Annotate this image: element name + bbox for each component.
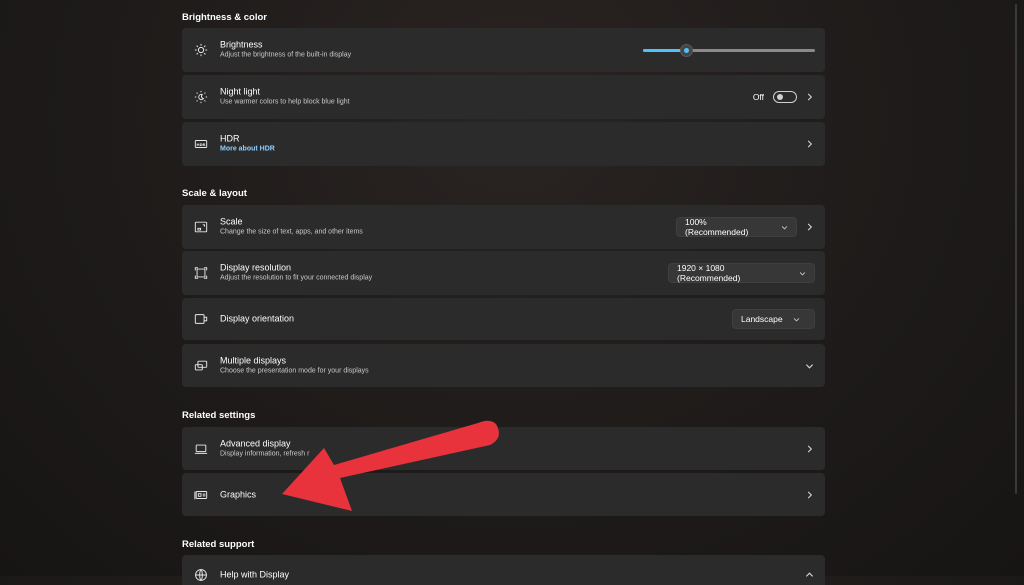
help-with-display-text: Help with Display	[220, 570, 289, 581]
svg-text:HDR: HDR	[197, 143, 206, 147]
multiple-displays-icon	[194, 359, 208, 373]
hdr-card[interactable]: HDR HDR More about HDR	[182, 122, 825, 166]
chevron-down-icon	[799, 270, 806, 277]
night-light-desc: Use warmer colors to help block blue lig…	[220, 98, 350, 106]
hdr-text: HDR More about HDR	[220, 134, 275, 155]
scale-desc: Change the size of text, apps, and other…	[220, 228, 363, 236]
chevron-up-icon[interactable]	[805, 571, 814, 580]
night-light-card[interactable]: Night light Use warmer colors to help bl…	[182, 75, 825, 119]
display-resolution-desc: Adjust the resolution to fit your connec…	[220, 274, 373, 282]
help-with-display-label: Help with Display	[220, 569, 290, 580]
brightness-desc: Adjust the brightness of the built-in di…	[220, 51, 352, 59]
chevron-right-icon[interactable]	[805, 490, 814, 499]
brightness-label: Brightness	[220, 39, 263, 50]
chevron-right-icon[interactable]	[805, 93, 814, 102]
scrollbar-track[interactable]	[1015, 4, 1017, 494]
graphics-card[interactable]: Graphics	[182, 473, 825, 516]
display-orientation-label: Display orientation	[220, 313, 295, 324]
display-orientation-dropdown[interactable]: Landscape	[732, 309, 815, 329]
graphics-text: Graphics	[220, 489, 256, 500]
scrollbar[interactable]	[1014, 0, 1018, 576]
help-with-display-card[interactable]: Help with Display	[182, 555, 825, 585]
chevron-right-icon[interactable]	[805, 223, 814, 232]
hdr-icon: HDR	[194, 137, 208, 151]
chevron-down-icon	[793, 316, 800, 323]
display-resolution-dropdown[interactable]: 1920 × 1080 (Recommended)	[668, 263, 815, 283]
night-light-toggle[interactable]	[773, 91, 797, 103]
display-orientation-card: Display orientation Landscape	[182, 298, 825, 340]
display-resolution-label: Display resolution	[220, 262, 292, 273]
brightness-slider-thumb[interactable]	[680, 44, 693, 57]
globe-icon	[194, 568, 208, 582]
chevron-down-icon[interactable]	[805, 361, 814, 370]
multiple-displays-card[interactable]: Multiple displays Choose the presentatio…	[182, 344, 825, 387]
hdr-label: HDR	[220, 133, 240, 144]
chevron-right-icon[interactable]	[805, 140, 814, 149]
display-resolution-value: 1920 × 1080 (Recommended)	[677, 263, 741, 283]
toggle-knob	[777, 94, 783, 100]
more-about-hdr-link[interactable]: More about HDR	[220, 145, 275, 155]
graphics-label: Graphics	[220, 489, 257, 499]
brightness-text: Brightness Adjust the brightness of the …	[220, 40, 351, 61]
orientation-icon	[194, 312, 208, 326]
scale-dropdown-value: 100% (Recommended)	[685, 217, 749, 237]
section-title-related-settings: Related settings	[182, 410, 256, 421]
multiple-displays-text: Multiple displays Choose the presentatio…	[220, 355, 369, 376]
display-orientation-value: Landscape	[741, 314, 783, 324]
scale-label: Scale	[220, 216, 243, 227]
night-light-text: Night light Use warmer colors to help bl…	[220, 87, 350, 108]
scale-icon	[194, 220, 208, 234]
section-title-related-support: Related support	[182, 539, 255, 550]
advanced-display-desc: Display information, refresh r	[220, 450, 310, 457]
brightness-slider[interactable]	[643, 44, 815, 57]
scale-card[interactable]: Scale Change the size of text, apps, and…	[182, 205, 825, 249]
laptop-icon	[194, 442, 208, 456]
display-resolution-text: Display resolution Adjust the resolution…	[220, 263, 372, 284]
advanced-display-label: Advanced display	[220, 438, 291, 448]
display-resolution-card: Display resolution Adjust the resolution…	[182, 251, 825, 295]
chevron-right-icon[interactable]	[805, 444, 814, 453]
scale-dropdown[interactable]: 100% (Recommended)	[676, 217, 797, 237]
scale-text: Scale Change the size of text, apps, and…	[220, 217, 363, 238]
night-light-label: Night light	[220, 86, 261, 97]
night-light-icon	[194, 90, 208, 104]
display-orientation-text: Display orientation	[220, 314, 294, 325]
night-light-state: Off	[752, 92, 764, 102]
chevron-down-icon	[781, 224, 788, 231]
advanced-display-card[interactable]: Advanced display Display information, re…	[182, 427, 825, 470]
multiple-displays-label: Multiple displays	[220, 355, 287, 365]
advanced-display-text: Advanced display Display information, re…	[220, 438, 309, 459]
multiple-displays-desc: Choose the presentation mode for your di…	[220, 367, 369, 374]
resolution-icon	[194, 266, 208, 280]
graphics-card-icon	[194, 488, 208, 502]
section-title-scale-layout: Scale & layout	[182, 188, 247, 199]
sun-icon	[194, 43, 208, 57]
section-title-brightness-color: Brightness & color	[182, 12, 267, 23]
